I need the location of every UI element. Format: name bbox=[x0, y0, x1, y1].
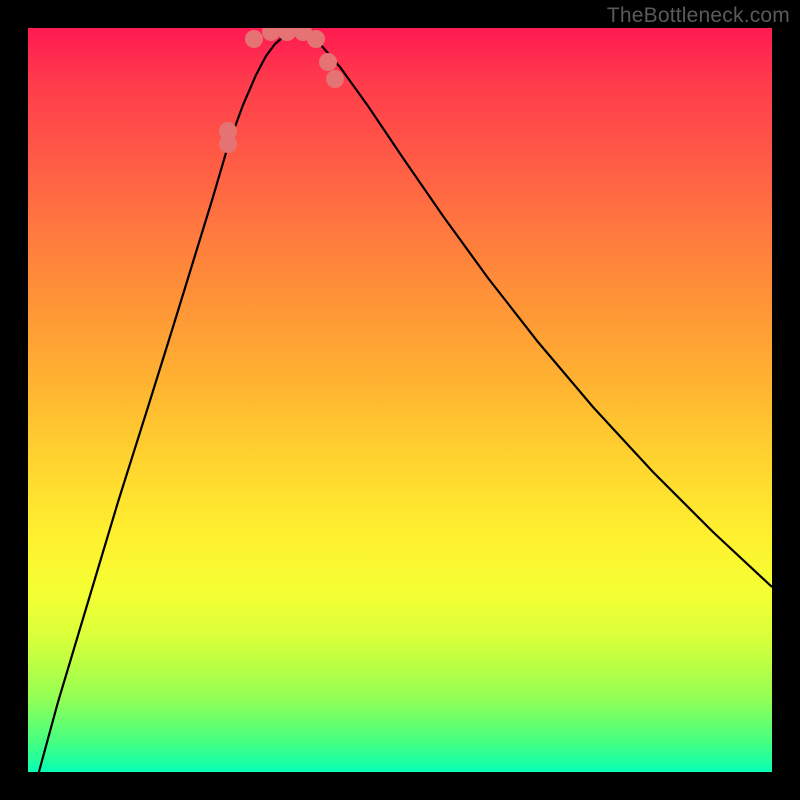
marker-dots-group bbox=[219, 28, 344, 153]
chart-svg bbox=[28, 28, 772, 772]
chart-frame: TheBottleneck.com bbox=[0, 0, 800, 800]
marker-dot bbox=[262, 28, 280, 41]
marker-dot bbox=[319, 53, 337, 71]
marker-dot bbox=[307, 30, 325, 48]
marker-dot bbox=[245, 30, 263, 48]
plot-area bbox=[28, 28, 772, 772]
bottleneck-curve bbox=[28, 33, 772, 772]
watermark-text: TheBottleneck.com bbox=[607, 4, 790, 28]
marker-dot bbox=[326, 70, 344, 88]
marker-dot bbox=[219, 122, 237, 140]
